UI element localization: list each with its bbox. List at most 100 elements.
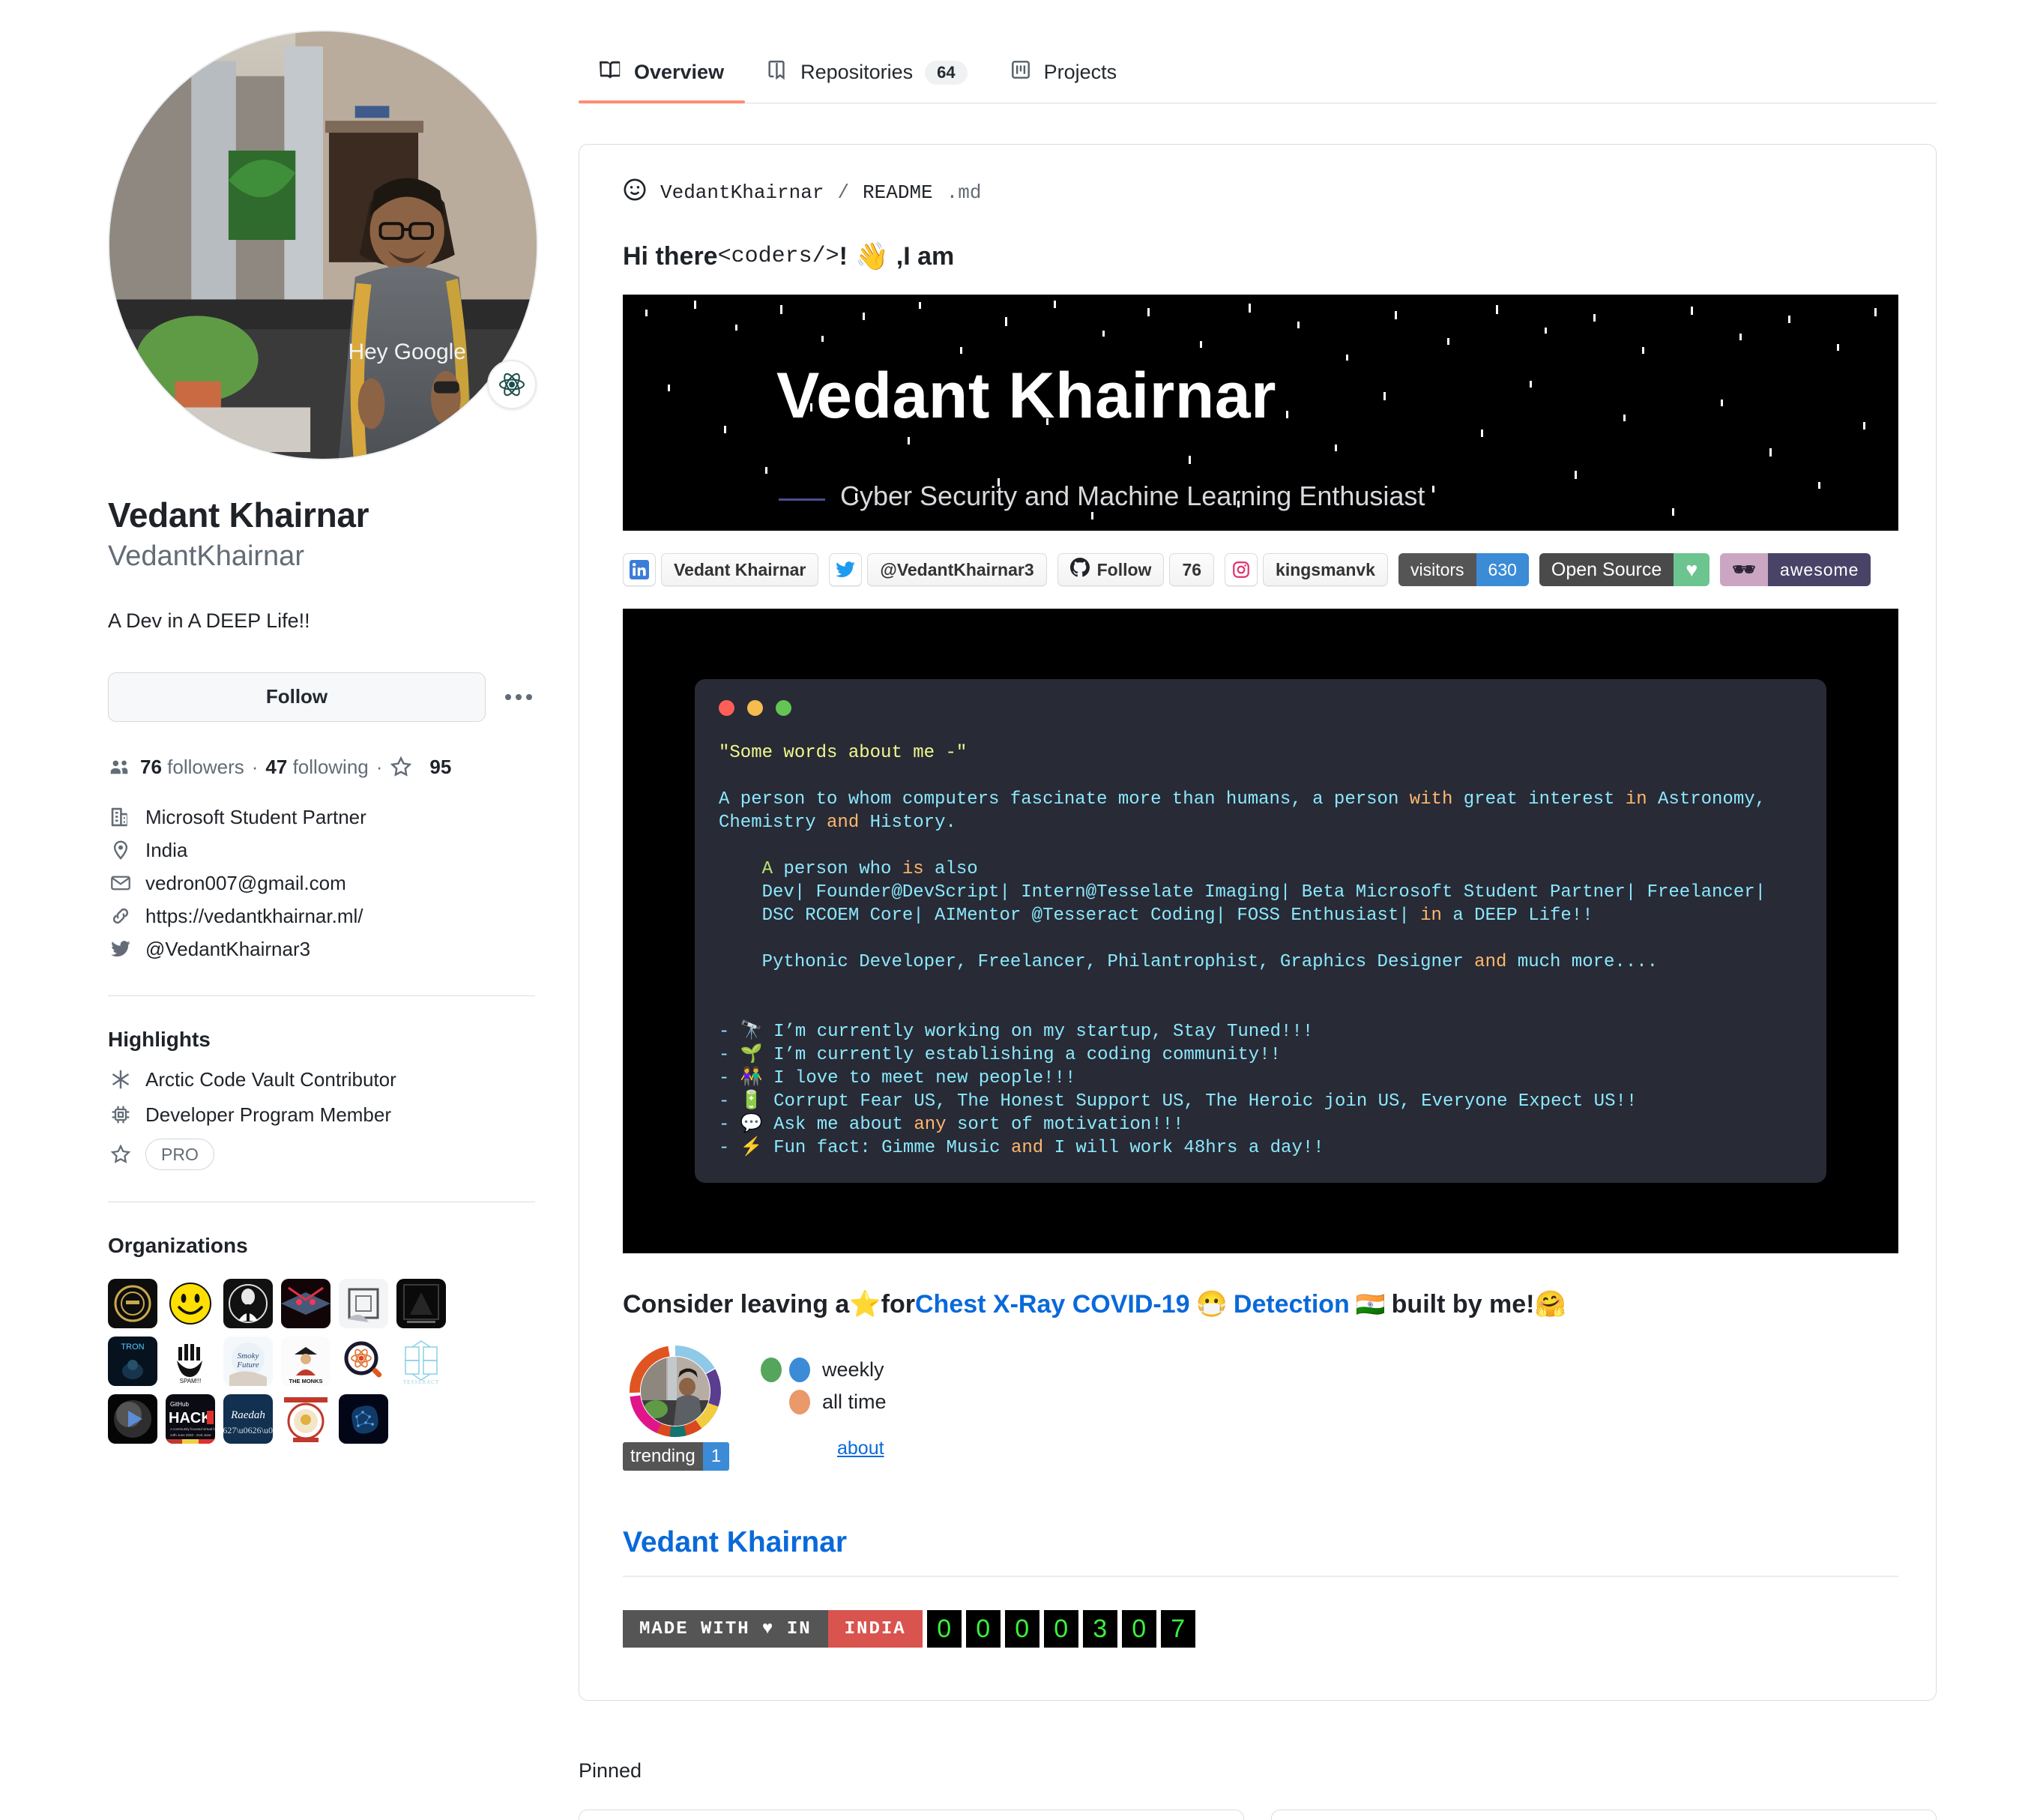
org-avatar-brain[interactable] bbox=[339, 1394, 388, 1444]
linkedin-badge-label: Vedant Khairnar bbox=[661, 553, 819, 586]
banner-dash bbox=[779, 498, 825, 501]
github-follow-label: Follow bbox=[1057, 553, 1165, 586]
legend-dot-blue bbox=[789, 1358, 810, 1382]
visitors-badge[interactable]: visitors 630 bbox=[1398, 553, 1529, 586]
mail-icon bbox=[108, 873, 133, 894]
stats-separator: · bbox=[375, 755, 383, 778]
org-avatar-atom-search[interactable] bbox=[339, 1337, 388, 1386]
org-avatar-tron[interactable]: TRON bbox=[108, 1337, 157, 1386]
pinned-repo-card[interactable] bbox=[1271, 1810, 1937, 1820]
org-avatar-github-hack[interactable]: GitHub HACKA community focused virtual ha… bbox=[166, 1394, 215, 1444]
smiley-icon bbox=[623, 178, 647, 208]
banner-subtitle: Cyber Security and Machine Learning Enth… bbox=[840, 480, 1425, 511]
terminal-emoji: 🔋 bbox=[740, 1091, 763, 1112]
tab-repositories[interactable]: Repositories 64 bbox=[745, 58, 989, 103]
trending-badge-label: trending bbox=[623, 1442, 703, 1471]
org-avatar-frames[interactable] bbox=[339, 1279, 388, 1328]
org-avatar-smoky-future[interactable]: Smoky Future bbox=[223, 1337, 273, 1386]
terminal-text: in bbox=[1420, 906, 1442, 926]
terminal-text: - bbox=[719, 1138, 740, 1158]
instagram-badge[interactable]: kingsmanvk bbox=[1225, 553, 1388, 586]
org-avatar-college[interactable] bbox=[281, 1394, 331, 1444]
status-emoji[interactable] bbox=[487, 360, 537, 409]
terminal-line: - 🌱 I’m currently establishing a coding … bbox=[719, 1043, 1802, 1067]
terminal-text: also bbox=[923, 859, 978, 879]
readme-footer-link[interactable]: Vedant Khairnar bbox=[623, 1526, 1892, 1559]
terminal-line: A person who is also bbox=[719, 858, 1802, 881]
heading-prefix: Hi there bbox=[623, 241, 718, 271]
readme-filename[interactable]: README bbox=[863, 181, 933, 204]
highlight-developer-program[interactable]: Developer Program Member bbox=[108, 1103, 535, 1127]
pinned-repo-card[interactable] bbox=[579, 1810, 1244, 1820]
terminal-line: Dev| Founder@DevScript| Intern@Tesselate… bbox=[719, 881, 1802, 904]
project-icon bbox=[1010, 58, 1032, 86]
heading-bang: ! bbox=[839, 241, 848, 271]
awesome-badge[interactable]: 🕶 awesome bbox=[1720, 553, 1871, 586]
github-follow-text: Follow bbox=[1096, 559, 1152, 579]
terminal-text: I’m currently establishing a coding comm… bbox=[762, 1045, 1282, 1065]
pinned-section-title: Pinned bbox=[579, 1759, 642, 1782]
readme-badges-row: Vedant Khairnar @VedantKhairnar3 Follow … bbox=[623, 553, 1892, 586]
org-avatar-the-monks[interactable]: THE MONKS bbox=[281, 1337, 331, 1386]
terminal-line: - ⚡ Fun fact: Gimme Music and I will wor… bbox=[719, 1136, 1802, 1160]
meta-website[interactable]: https://vedantkhairnar.ml/ bbox=[108, 905, 535, 928]
terminal-line: Chemistry and History. bbox=[719, 811, 1802, 834]
visitor-digit: 0 bbox=[1004, 1610, 1039, 1648]
stars-count[interactable]: 95 bbox=[429, 756, 451, 779]
profile-sidebar: Hey Google Vedant Khairnar VedantKhairna… bbox=[108, 30, 538, 1444]
svg-text:Hey Google: Hey Google bbox=[348, 340, 466, 364]
more-options-button[interactable] bbox=[502, 681, 535, 714]
covid-link-1[interactable]: Chest X-Ray COVID-19 bbox=[915, 1290, 1190, 1319]
visitors-badge-left: visitors bbox=[1398, 553, 1476, 586]
org-avatar-dark-poster[interactable] bbox=[396, 1279, 446, 1328]
org-avatar-play[interactable] bbox=[108, 1394, 157, 1444]
github-follow-badge[interactable]: Follow 76 bbox=[1057, 553, 1215, 586]
open-source-heart: ♥ bbox=[1674, 553, 1710, 586]
org-avatar-kingsman[interactable] bbox=[108, 1279, 157, 1328]
terminal-line: - 💬 Ask me about any sort of motivation!… bbox=[719, 1113, 1802, 1136]
trending-legend: weekly all time about bbox=[761, 1345, 887, 1459]
meta-organization: Microsoft Student Partner bbox=[108, 806, 535, 829]
terminal-maximize-dot bbox=[776, 700, 791, 716]
trending-badge-value: 1 bbox=[702, 1442, 730, 1471]
profile-username: VedantKhairnar bbox=[108, 540, 304, 572]
org-avatar-anonymous[interactable] bbox=[223, 1279, 273, 1328]
meta-email[interactable]: vedron007@gmail.com bbox=[108, 872, 535, 895]
linkedin-badge[interactable]: Vedant Khairnar bbox=[623, 553, 819, 586]
visitor-digit: 7 bbox=[1160, 1610, 1195, 1648]
avatar-container: Hey Google bbox=[108, 30, 538, 460]
following-count[interactable]: 47 following bbox=[265, 756, 368, 779]
trending-about-link[interactable]: about bbox=[837, 1438, 884, 1459]
stats-separator: · bbox=[251, 755, 259, 778]
org-avatar-cyber[interactable] bbox=[281, 1279, 331, 1328]
terminal-window: "Some words about me -" A person to whom … bbox=[695, 679, 1826, 1183]
trending-ring bbox=[629, 1345, 722, 1438]
twitter-badge[interactable]: @VedantKhairnar3 bbox=[829, 553, 1047, 586]
follow-button[interactable]: Follow bbox=[108, 672, 486, 722]
made-with-love-badge: MADE WITH ♥ IN INDIA 0 0 0 0 3 0 7 bbox=[623, 1610, 1892, 1648]
avatar[interactable]: Hey Google bbox=[108, 30, 538, 460]
covid-link-2[interactable]: Detection bbox=[1234, 1290, 1350, 1319]
terminal-emoji: 💬 bbox=[740, 1115, 763, 1135]
profile-actions: Follow bbox=[108, 672, 535, 722]
visitor-digit: 0 bbox=[1043, 1610, 1078, 1648]
meta-text: vedron007@gmail.com bbox=[145, 871, 346, 894]
readme-owner[interactable]: VedantKhairnar bbox=[660, 181, 824, 204]
followers-count[interactable]: 76 followers bbox=[140, 756, 244, 779]
open-source-badge[interactable]: Open Source ♥ bbox=[1539, 553, 1710, 586]
tab-overview[interactable]: Overview bbox=[579, 58, 746, 103]
highlight-arctic-code-vault[interactable]: Arctic Code Vault Contributor bbox=[108, 1068, 535, 1091]
tab-projects[interactable]: Projects bbox=[989, 58, 1138, 103]
meta-twitter[interactable]: @VedantKhairnar3 bbox=[108, 938, 535, 961]
org-avatar-spam[interactable]: SPAM!!! bbox=[166, 1337, 215, 1386]
star-emoji: ⭐ bbox=[849, 1290, 881, 1319]
org-avatar-raedah[interactable]: Raedah \u0631\u0627\u0626\u062f\u0629 bbox=[223, 1394, 273, 1444]
open-source-label: Open Source bbox=[1539, 553, 1674, 586]
svg-text:TESSERACT: TESSERACT bbox=[403, 1379, 439, 1385]
org-avatar-tesseract[interactable]: TESSERACT bbox=[396, 1337, 446, 1386]
org-avatar-smiley[interactable] bbox=[166, 1279, 215, 1328]
legend-weekly-label: weekly bbox=[822, 1358, 884, 1381]
highlight-pro[interactable]: PRO bbox=[108, 1138, 535, 1170]
svg-text:14th June 2020 - 21st June: 14th June 2020 - 21st June bbox=[170, 1433, 211, 1437]
meta-location: India bbox=[108, 839, 535, 862]
